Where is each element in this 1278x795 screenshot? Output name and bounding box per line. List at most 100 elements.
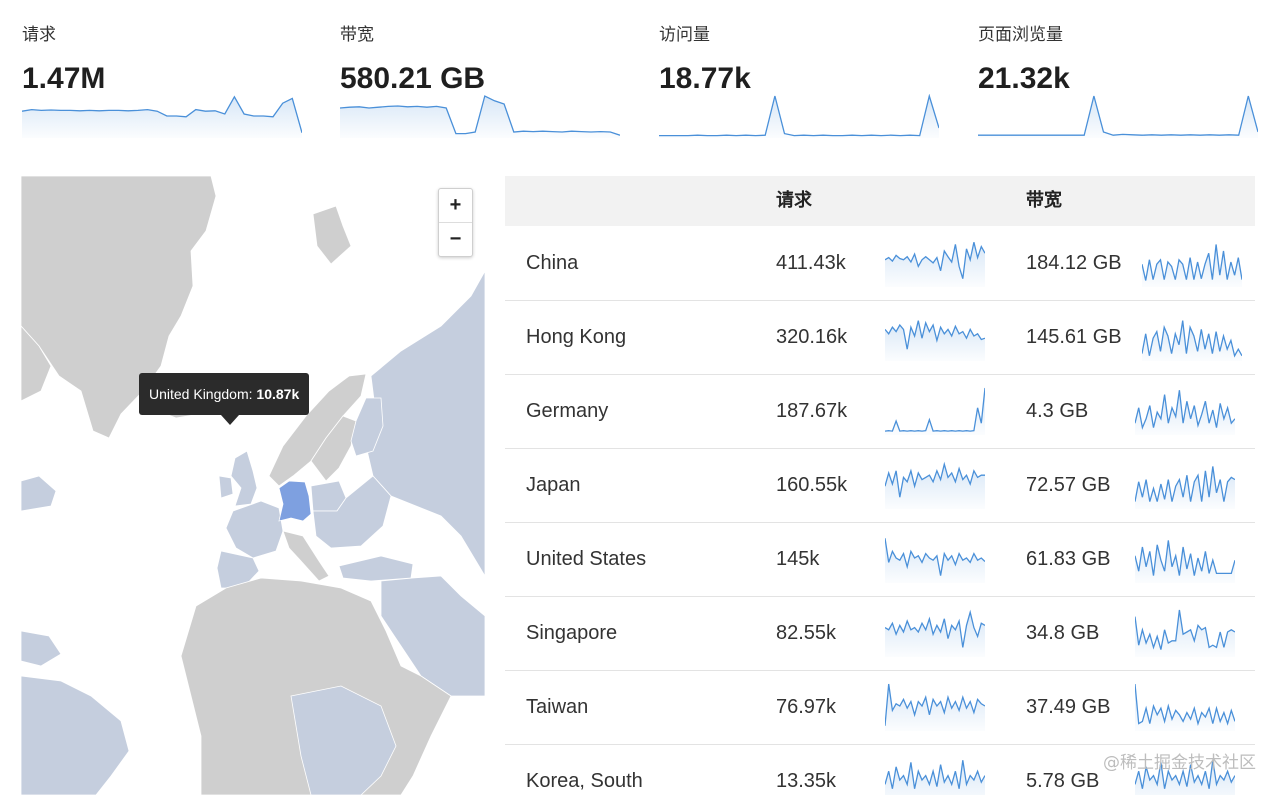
column-header-bandwidth[interactable]: 带宽 — [1026, 176, 1062, 226]
map-region-caribbean[interactable] — [21, 630, 62, 667]
map-tooltip: United Kingdom: 10.87k — [139, 373, 310, 415]
stat-label: 请求 — [22, 25, 56, 45]
table-row[interactable]: Singapore 82.55k 34.8 GB — [505, 596, 1255, 671]
watermark: @稀土掘金技术社区 — [1103, 753, 1256, 773]
requests-value: 411.43k — [776, 252, 846, 274]
stat-card-bandwidth[interactable]: 带宽 580.21 GB — [340, 18, 630, 138]
requests-value: 82.55k — [776, 622, 837, 644]
stat-label: 带宽 — [340, 25, 374, 45]
tooltip-arrow — [221, 415, 239, 425]
column-header-requests[interactable]: 请求 — [776, 176, 812, 226]
bandwidth-value: 72.57 GB — [1026, 474, 1111, 496]
country-name: Korea, South — [526, 770, 643, 792]
table-row[interactable]: United States 145k 61.83 GB — [505, 522, 1255, 597]
map-continent-south-america[interactable] — [21, 675, 130, 795]
country-name: China — [526, 252, 579, 274]
sparkline-line — [885, 387, 985, 432]
table-row[interactable]: Taiwan 76.97k 37.49 GB — [505, 670, 1255, 745]
sparkline-area — [885, 684, 985, 731]
map-country-ireland[interactable] — [218, 475, 234, 499]
world-map[interactable]: + − United Kingdom: 10.87k — [21, 176, 485, 795]
zoom-out-button[interactable]: − — [439, 222, 472, 256]
map-country-russia[interactable] — [365, 270, 485, 577]
country-name: Hong Kong — [526, 326, 627, 348]
country-name: Singapore — [526, 622, 618, 644]
bandwidth-sparkline — [1135, 609, 1235, 657]
map-country-france[interactable] — [225, 500, 284, 559]
table-row[interactable]: China 411.43k 184.12 GB — [505, 226, 1255, 301]
requests-sparkline — [885, 461, 985, 509]
bandwidth-value: 4.3 GB — [1026, 400, 1089, 422]
requests-value: 13.35k — [776, 770, 837, 792]
sparkline-area — [1142, 320, 1242, 361]
requests-sparkline — [885, 538, 985, 583]
requests-value: 187.67k — [776, 400, 848, 422]
table-row[interactable]: Germany 187.67k 4.3 GB — [505, 374, 1255, 449]
stat-sparkline — [22, 95, 302, 138]
table-header: 请求 带宽 — [505, 176, 1255, 226]
bandwidth-sparkline — [1135, 390, 1235, 435]
sparkline-area — [1135, 684, 1235, 731]
map-geography — [21, 176, 485, 795]
map-zoom-controls: + − — [438, 188, 473, 257]
tooltip-country: United Kingdom: — [149, 386, 253, 402]
bandwidth-value: 61.83 GB — [1026, 548, 1111, 570]
bandwidth-value: 37.49 GB — [1026, 696, 1111, 718]
stat-label: 访问量 — [659, 25, 710, 45]
stat-value: 21.32k — [978, 62, 1070, 95]
sparkline-area — [659, 96, 939, 138]
map-country-canada-east[interactable] — [21, 475, 57, 512]
bandwidth-value: 34.8 GB — [1026, 622, 1100, 644]
bandwidth-sparkline — [1142, 320, 1242, 361]
bandwidth-value: 5.78 GB — [1026, 770, 1100, 792]
stat-value: 580.21 GB — [340, 62, 486, 95]
country-name: Taiwan — [526, 696, 589, 718]
country-name: Japan — [526, 474, 581, 496]
stat-label: 页面浏览量 — [978, 25, 1063, 45]
requests-value: 160.55k — [776, 474, 848, 496]
map-island-svalbard[interactable] — [312, 205, 352, 265]
bandwidth-sparkline — [1142, 244, 1242, 287]
stat-sparkline — [978, 95, 1258, 138]
map-country-germany[interactable] — [278, 480, 312, 522]
country-name: Germany — [526, 400, 609, 422]
requests-sparkline — [885, 320, 985, 361]
bandwidth-value: 184.12 GB — [1026, 252, 1122, 274]
requests-sparkline — [885, 609, 985, 657]
requests-sparkline — [885, 683, 985, 731]
map-country-united-kingdom[interactable] — [230, 450, 258, 507]
stat-card-pageviews[interactable]: 页面浏览量 21.32k — [978, 18, 1268, 138]
sparkline-area — [978, 96, 1258, 138]
stat-card-visits[interactable]: 访问量 18.77k — [659, 18, 949, 138]
sparkline-area — [885, 320, 985, 361]
requests-value: 145k — [776, 548, 820, 570]
country-table: 请求 带宽 China 411.43k 184.12 GB Hong Kong 320.… — [505, 176, 1255, 795]
stat-sparkline — [340, 95, 620, 138]
table-row[interactable]: Japan 160.55k 72.57 GB — [505, 448, 1255, 523]
map-country-turkey[interactable] — [338, 555, 414, 582]
stat-value: 18.77k — [659, 62, 751, 95]
zoom-in-button[interactable]: + — [439, 189, 472, 222]
requests-value: 76.97k — [776, 696, 837, 718]
sparkline-line — [659, 94, 939, 137]
bandwidth-sparkline — [1135, 466, 1235, 509]
sparkline-line — [1135, 683, 1235, 726]
sparkline-area — [22, 96, 302, 138]
sparkline-line — [978, 95, 1258, 136]
bandwidth-sparkline — [1135, 683, 1235, 731]
bandwidth-value: 145.61 GB — [1026, 326, 1122, 348]
stat-card-requests[interactable]: 请求 1.47M — [22, 18, 312, 138]
stat-value: 1.47M — [22, 62, 106, 95]
requests-sparkline — [885, 242, 985, 287]
stats-bar: 请求 1.47M 带宽 580.21 GB 访问量 18.77k 页面浏览量 2… — [0, 0, 1278, 150]
sparkline-area — [885, 464, 985, 509]
sparkline-area — [885, 388, 985, 435]
country-name: United States — [526, 548, 647, 570]
sparkline-area — [885, 242, 985, 287]
sparkline-area — [885, 612, 985, 657]
bandwidth-sparkline — [1135, 540, 1235, 583]
requests-value: 320.16k — [776, 326, 848, 348]
tooltip-value: 10.87k — [256, 386, 300, 402]
table-row[interactable]: Hong Kong 320.16k 145.61 GB — [505, 300, 1255, 375]
requests-sparkline — [885, 760, 985, 795]
